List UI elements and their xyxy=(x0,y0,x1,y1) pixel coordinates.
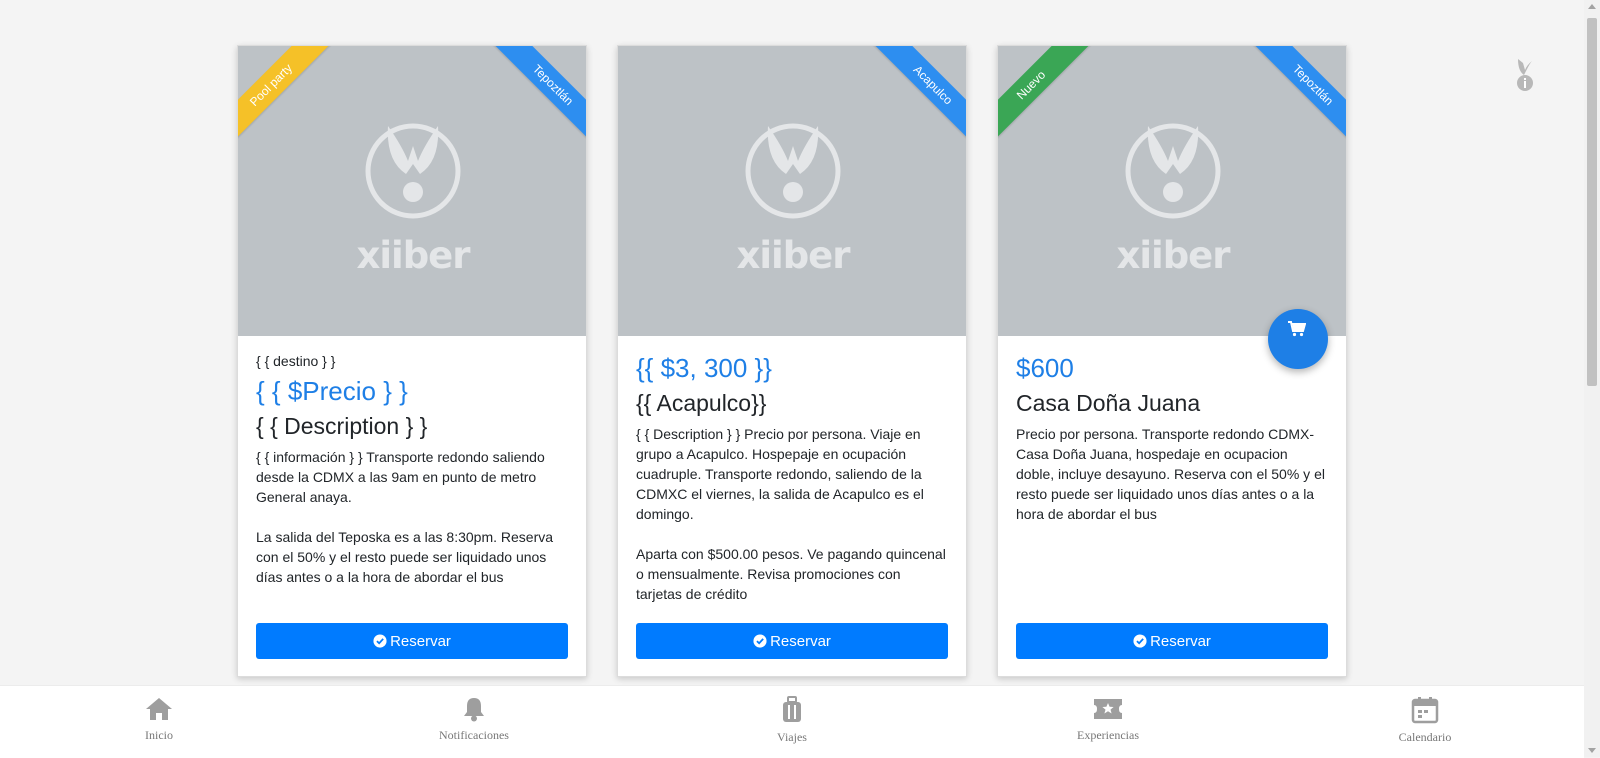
trip-card-acapulco: xiiber Acapulco {{ $3, 300 }} {{ Acapulc… xyxy=(617,45,967,677)
scrollbar[interactable] xyxy=(1584,0,1600,757)
corner-rabbit-logo-icon[interactable] xyxy=(1512,57,1538,93)
nav-item-experiencias[interactable]: Experiencias xyxy=(1038,696,1178,744)
xiiber-logo: xiiber xyxy=(1116,116,1231,306)
card-description: Precio por persona. Transporte redondo C… xyxy=(1016,426,1325,522)
rabbit-icon xyxy=(745,123,841,219)
reserve-button-label: Reservar xyxy=(770,632,831,650)
rabbit-icon xyxy=(1125,123,1221,219)
nav-item-inicio[interactable]: Inicio xyxy=(89,696,229,744)
card-subtitle: { { destino } } xyxy=(256,353,336,369)
check-circle-icon xyxy=(373,634,387,648)
home-icon xyxy=(146,698,172,720)
scrollbar-thumb[interactable] xyxy=(1587,18,1597,386)
ribbon-right: Tepoztlán xyxy=(490,46,586,148)
card-title: { { Description } } xyxy=(256,413,428,439)
nav-label: Viajes xyxy=(777,730,807,744)
bottom-nav: Inicio Notificaciones Viajes Experiencia… xyxy=(0,685,1584,758)
rabbit-icon xyxy=(365,123,461,219)
reserve-button[interactable]: Reservar xyxy=(636,623,948,659)
card-description: { { Description } } Precio por persona. … xyxy=(636,426,946,602)
card-image: xiiber Acapulco xyxy=(618,46,966,336)
card-price: { { $Precio } } xyxy=(256,376,408,406)
reserve-button-label: Reservar xyxy=(390,632,451,650)
scroll-down-icon[interactable] xyxy=(1588,748,1596,753)
ribbon-right: Acapulco xyxy=(870,46,966,148)
check-circle-icon xyxy=(1133,634,1147,648)
nav-label: Inicio xyxy=(145,728,173,742)
logo-wordmark: xiiber xyxy=(736,234,850,277)
page: xiiber Pool party Tepoztlán { { destino … xyxy=(0,0,1584,757)
logo-wordmark: xiiber xyxy=(1116,234,1230,277)
cart-button[interactable] xyxy=(1268,309,1328,369)
card-price: {{ $3, 300 }} xyxy=(636,353,772,383)
reserve-button[interactable]: Reservar xyxy=(1016,623,1328,659)
logo-wordmark: xiiber xyxy=(356,234,470,277)
ticket-icon xyxy=(1094,699,1122,719)
card-image: xiiber Pool party Tepoztlán xyxy=(238,46,586,336)
ribbon-left: Nuevo xyxy=(998,46,1094,148)
nav-item-notificaciones[interactable]: Notificaciones xyxy=(404,696,544,744)
nav-item-viajes[interactable]: Viajes xyxy=(722,696,862,746)
nav-item-calendario[interactable]: Calendario xyxy=(1355,696,1495,746)
nav-label: Experiencias xyxy=(1077,728,1139,742)
cart-icon xyxy=(1288,321,1306,337)
ribbon-right: Tepoztlán xyxy=(1250,46,1346,148)
ribbon-left: Pool party xyxy=(238,46,334,148)
card-description: { { información } } Transporte redondo s… xyxy=(256,449,554,585)
trip-card-pool-party: xiiber Pool party Tepoztlán { { destino … xyxy=(237,45,587,677)
calendar-icon xyxy=(1411,697,1439,724)
xiiber-logo: xiiber xyxy=(356,116,471,306)
card-image: xiiber Nuevo Tepoztlán xyxy=(998,46,1346,336)
check-circle-icon xyxy=(753,634,767,648)
reserve-button[interactable]: Reservar xyxy=(256,623,568,659)
luggage-icon xyxy=(783,696,801,722)
bell-icon xyxy=(464,698,484,722)
card-title: {{ Acapulco}} xyxy=(636,390,767,416)
xiiber-logo: xiiber xyxy=(736,116,851,306)
card-body: { { destino } } { { $Precio } } { { Desc… xyxy=(256,336,568,587)
card-body: {{ $3, 300 }} {{ Acapulco}} { { Descript… xyxy=(636,336,948,604)
reserve-button-label: Reservar xyxy=(1150,632,1211,650)
scroll-up-icon[interactable] xyxy=(1588,4,1596,9)
nav-label: Calendario xyxy=(1398,730,1452,744)
card-title: Casa Doña Juana xyxy=(1016,390,1201,416)
nav-label: Notificaciones xyxy=(439,728,509,742)
